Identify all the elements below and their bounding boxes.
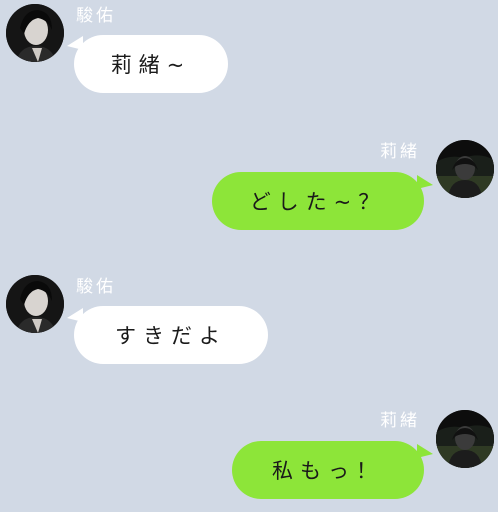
- message-bubble[interactable]: すきだよ: [74, 306, 268, 364]
- message-bubble[interactable]: 私もっ！: [232, 441, 424, 499]
- chat-thread: 駿佑 莉緒~ 莉緒 どした~？ 駿佑 すきだよ 莉緒 私もっ！: [0, 0, 498, 512]
- sender-name: 莉緒: [380, 411, 420, 431]
- sender-name: 駿佑: [76, 277, 116, 297]
- avatar-rio-icon[interactable]: [436, 140, 494, 198]
- message-text: どした~？: [249, 190, 387, 214]
- message-text: 莉緒~: [110, 53, 192, 77]
- sender-name: 莉緒: [380, 142, 420, 162]
- avatar-shunsuke-icon[interactable]: [6, 4, 64, 62]
- message-text: すきだよ: [115, 324, 227, 348]
- message-bubble[interactable]: どした~？: [212, 172, 424, 230]
- sender-name: 駿佑: [76, 6, 116, 26]
- message-bubble[interactable]: 莉緒~: [74, 35, 228, 93]
- avatar-rio-icon[interactable]: [436, 410, 494, 468]
- message-text: 私もっ！: [272, 459, 384, 483]
- avatar-shunsuke-icon[interactable]: [6, 275, 64, 333]
